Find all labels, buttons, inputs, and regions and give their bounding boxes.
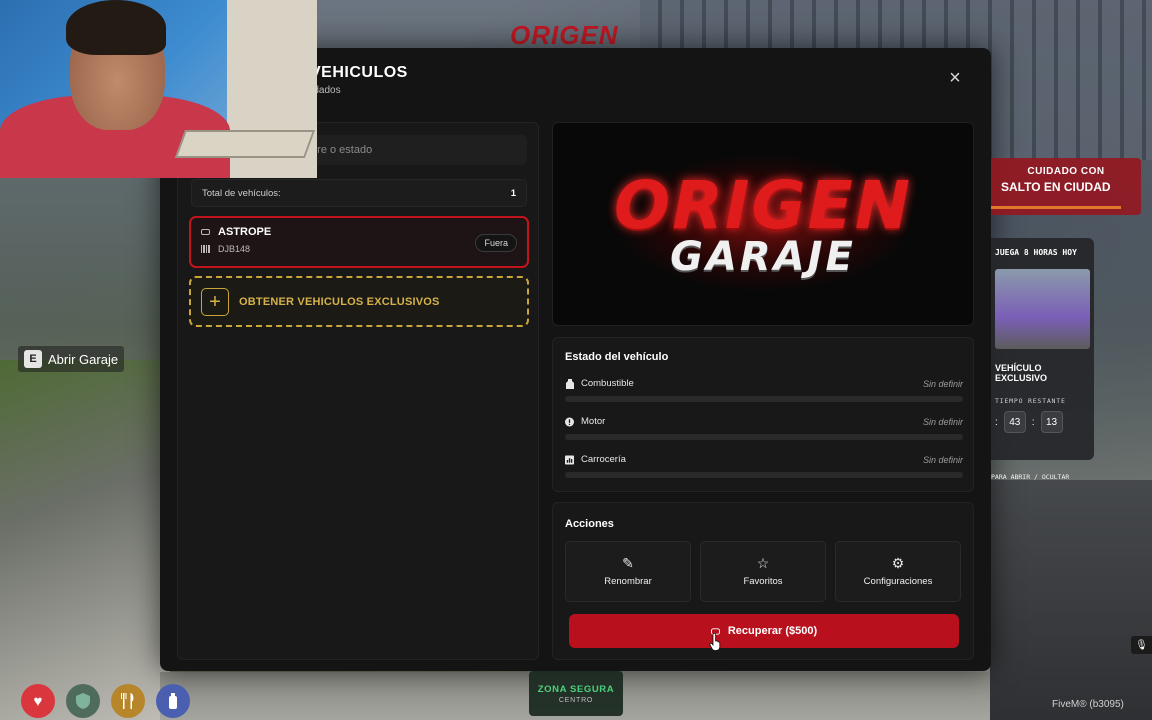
timer-seconds: 13 bbox=[1040, 411, 1063, 433]
favorites-button[interactable]: ☆ Favoritos bbox=[700, 541, 826, 602]
safe-zone-indicator: ZONA SEGURA CENTRO bbox=[529, 671, 623, 716]
stat-engine-label: Motor bbox=[581, 416, 606, 427]
health-icon: ♥ bbox=[21, 684, 55, 718]
hand-cursor-icon bbox=[709, 633, 721, 651]
promo-title: JUEGA 8 HORAS HOY bbox=[995, 248, 1077, 257]
garage-banner: ORIGEN GARAJE bbox=[552, 122, 974, 326]
warning-line-2: SALTO EN CIUDAD bbox=[1001, 180, 1111, 194]
car-icon bbox=[201, 228, 210, 237]
background-lawn bbox=[0, 360, 170, 720]
total-vehicles-label: Total de vehículos: bbox=[202, 187, 281, 199]
promo-vehicle-label: VEHÍCULO EXCLUSIVO bbox=[995, 363, 1048, 383]
actions-panel: Acciones ✎ Renombrar ☆ Favoritos ⚙ Confi… bbox=[552, 502, 974, 660]
modal-title: VEHICULOS bbox=[310, 64, 408, 81]
armor-icon bbox=[66, 684, 100, 718]
star-icon: ☆ bbox=[756, 555, 770, 571]
promo-toggle-hint: PARA ABRIR / OCULTAR bbox=[991, 473, 1070, 481]
rename-button[interactable]: ✎ Renombrar bbox=[565, 541, 691, 602]
barcode-icon bbox=[201, 245, 210, 254]
get-exclusive-vehicles-button[interactable]: + OBTENER VEHICULOS EXCLUSIVOS bbox=[189, 276, 529, 327]
warning-line-1: CUIDADO CON bbox=[1027, 166, 1105, 177]
stat-body-value: Sin definir bbox=[922, 454, 963, 465]
settings-button[interactable]: ⚙ Configuraciones bbox=[835, 541, 961, 602]
stat-fuel: Combustible Sin definir bbox=[565, 378, 963, 402]
stat-engine-bar bbox=[565, 434, 963, 440]
stat-body-label: Carrocería bbox=[581, 454, 626, 465]
warning-progress bbox=[991, 206, 1121, 209]
chart-icon bbox=[565, 455, 574, 464]
stat-engine: Motor Sin definir bbox=[565, 416, 963, 440]
promo-time-label: TIEMPO RESTANTE bbox=[995, 397, 1066, 405]
banner-brand-text: ORIGEN bbox=[614, 167, 912, 244]
total-vehicles-row: Total de vehículos: 1 bbox=[191, 179, 527, 207]
stat-body: Carrocería Sin definir bbox=[565, 454, 963, 478]
fuel-icon bbox=[565, 378, 574, 389]
player-status-icons: ♥ bbox=[21, 684, 190, 718]
close-icon: × bbox=[949, 67, 961, 89]
timer-separator: : bbox=[1031, 416, 1035, 428]
recover-label: Recuperar ($500) bbox=[727, 625, 818, 637]
stat-body-bar bbox=[565, 472, 963, 478]
stat-fuel-label: Combustible bbox=[581, 378, 634, 389]
get-exclusive-vehicles-label: OBTENER VEHICULOS EXCLUSIVOS bbox=[239, 295, 440, 308]
close-button[interactable]: × bbox=[945, 68, 965, 88]
webcam-person-hair bbox=[66, 0, 166, 55]
vehicle-name: ASTROPE bbox=[218, 226, 272, 238]
warning-notice: CUIDADO CON SALTO EN CIUDAD bbox=[991, 158, 1141, 215]
microphone-icon: 🎙 bbox=[1131, 636, 1152, 654]
total-vehicles-count: 1 bbox=[510, 187, 516, 199]
banner-sub-text: GARAJE bbox=[670, 234, 856, 280]
favorites-label: Favoritos bbox=[743, 576, 783, 587]
timer-separator: : bbox=[995, 416, 998, 428]
engine-alert-icon bbox=[565, 417, 574, 426]
hunger-icon bbox=[111, 684, 145, 718]
playtime-reward-widget: JUEGA 8 HORAS HOY VEHÍCULO EXCLUSIVO TIE… bbox=[991, 238, 1094, 460]
stat-fuel-value: Sin definir bbox=[922, 378, 963, 389]
rename-label: Renombrar bbox=[604, 576, 652, 587]
vehicle-card[interactable]: ASTROPE DJB148 Fuera bbox=[189, 216, 529, 268]
stat-engine-value: Sin definir bbox=[922, 416, 963, 427]
background-road bbox=[990, 480, 1152, 720]
webcam-keyboard bbox=[174, 130, 316, 158]
timer-minutes: 43 bbox=[1003, 411, 1026, 433]
stat-fuel-bar bbox=[565, 396, 963, 402]
vehicle-list-panel: Total de vehículos: 1 ASTROPE DJB148 Fue… bbox=[177, 122, 539, 660]
thirst-icon bbox=[156, 684, 190, 718]
zone-title: ZONA SEGURA bbox=[537, 683, 615, 695]
prompt-text: Abrir Garaje bbox=[48, 351, 119, 367]
settings-label: Configuraciones bbox=[863, 576, 933, 587]
fivem-build-label: FiveM® (b3095) bbox=[1052, 699, 1124, 710]
gear-icon: ⚙ bbox=[891, 555, 905, 571]
actions-title: Acciones bbox=[565, 518, 614, 530]
prompt-key: E bbox=[24, 350, 42, 368]
plus-icon: + bbox=[201, 287, 229, 316]
vehicle-status-badge: Fuera bbox=[475, 234, 517, 252]
vehicle-plate: DJB148 bbox=[218, 244, 251, 254]
promo-timer: : 43 : 13 bbox=[995, 411, 1090, 433]
recover-button[interactable]: Recuperar ($500) bbox=[569, 614, 959, 648]
pencil-icon: ✎ bbox=[622, 555, 634, 571]
webcam-overlay bbox=[0, 0, 317, 178]
background-sign: ORIGEN bbox=[510, 20, 619, 50]
promo-vehicle-image bbox=[995, 269, 1090, 349]
interaction-prompt: E Abrir Garaje bbox=[18, 346, 125, 372]
zone-subtitle: CENTRO bbox=[558, 696, 594, 704]
vehicle-status-title: Estado del vehículo bbox=[565, 351, 669, 363]
vehicle-status-panel: Estado del vehículo Combustible Sin defi… bbox=[552, 337, 974, 492]
